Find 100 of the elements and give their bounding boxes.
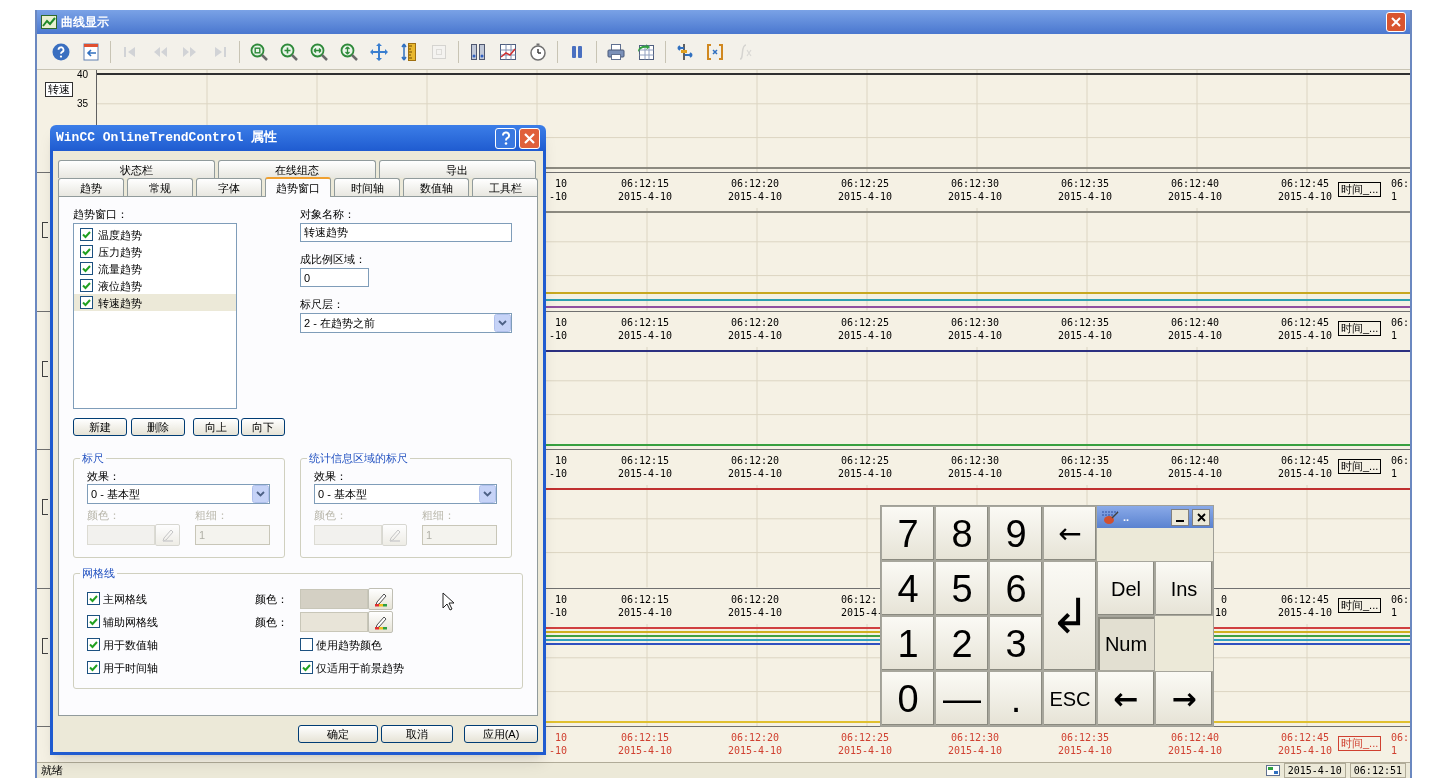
checkbox-label[interactable]: 仅适用于前景趋势 bbox=[316, 660, 404, 675]
key[interactable]: 4 bbox=[881, 561, 935, 616]
key[interactable]: Del bbox=[1097, 561, 1155, 616]
close-button[interactable] bbox=[1192, 508, 1210, 526]
axis-date-label: 2015-4-10 bbox=[617, 467, 673, 481]
checkbox[interactable] bbox=[87, 638, 100, 651]
list-item[interactable]: 压力趋势 bbox=[74, 243, 236, 260]
color-picker-button[interactable] bbox=[155, 524, 180, 546]
key[interactable]: → bbox=[1155, 671, 1213, 726]
key[interactable]: 6 bbox=[989, 561, 1043, 616]
ruler-icon[interactable] bbox=[399, 41, 419, 62]
table-export-icon[interactable] bbox=[636, 41, 656, 62]
button[interactable]: 新建 bbox=[73, 418, 127, 436]
tab[interactable]: 数值轴 bbox=[403, 178, 469, 196]
tab[interactable]: 时间轴 bbox=[334, 178, 400, 196]
checkbox[interactable] bbox=[80, 245, 93, 258]
checkbox[interactable] bbox=[80, 262, 93, 275]
field-label: 趋势窗口： bbox=[73, 207, 129, 221]
checkbox-label[interactable]: 使用趋势颜色 bbox=[316, 637, 382, 652]
color-picker-button[interactable] bbox=[382, 524, 407, 546]
key[interactable]: 2 bbox=[935, 616, 989, 671]
checkbox[interactable] bbox=[80, 228, 93, 241]
dropdown[interactable]: 2 - 在趋势之前 bbox=[300, 313, 512, 333]
key[interactable]: Ins bbox=[1155, 561, 1213, 616]
printer-icon[interactable] bbox=[606, 41, 626, 62]
axis-date-label: -10 bbox=[548, 467, 567, 481]
tab[interactable]: 常规 bbox=[127, 178, 193, 196]
tab[interactable]: 在线组态 bbox=[218, 160, 376, 178]
key[interactable]: Num bbox=[1097, 616, 1155, 671]
key[interactable]: — bbox=[935, 671, 989, 726]
button[interactable]: 向下 bbox=[241, 418, 285, 436]
button[interactable]: 应用(A) bbox=[464, 725, 538, 743]
key[interactable]: 7 bbox=[881, 506, 935, 561]
tab[interactable]: 趋势窗口 bbox=[265, 177, 331, 197]
tab[interactable]: 趋势 bbox=[58, 178, 124, 196]
list-item[interactable]: 流量趋势 bbox=[74, 260, 236, 277]
axis-label-frame bbox=[42, 222, 48, 239]
axis-date-label: 2015-4-10 bbox=[837, 190, 893, 204]
list-item[interactable]: 温度趋势 bbox=[74, 226, 236, 243]
grid-chart-icon[interactable] bbox=[498, 41, 518, 62]
tab[interactable]: 工具栏 bbox=[472, 178, 538, 196]
checkbox[interactable] bbox=[87, 661, 100, 674]
checkbox-label[interactable]: 用于数值轴 bbox=[103, 637, 158, 652]
zoom-horizontal-icon[interactable] bbox=[309, 41, 329, 62]
close-icon bbox=[1391, 17, 1401, 27]
key[interactable]: 3 bbox=[989, 616, 1043, 671]
zoom-vertical-icon[interactable] bbox=[339, 41, 359, 62]
button[interactable]: 向上 bbox=[193, 418, 240, 436]
text-field[interactable]: 0 bbox=[300, 268, 369, 287]
tab[interactable]: 导出 bbox=[378, 160, 536, 178]
axis-tick-label: 06:12:25 bbox=[840, 315, 890, 329]
key[interactable]: ESC bbox=[1043, 671, 1097, 726]
checkbox[interactable] bbox=[80, 296, 93, 309]
text-field[interactable]: 转速趋势 bbox=[300, 223, 512, 242]
tab[interactable]: 字体 bbox=[196, 178, 262, 196]
key[interactable]: 0 bbox=[881, 671, 935, 726]
tab[interactable]: 状态栏 bbox=[58, 160, 216, 178]
list-item[interactable]: 转速趋势 bbox=[74, 294, 236, 311]
axis-tick-label: 06:12:35 bbox=[1060, 315, 1110, 329]
axis-date-label: 2015-4-10 bbox=[727, 605, 783, 619]
checkbox[interactable] bbox=[87, 615, 100, 628]
field-label: 标尺层： bbox=[300, 297, 345, 311]
key[interactable]: 9 bbox=[989, 506, 1043, 561]
key[interactable]: 1 bbox=[881, 616, 935, 671]
key[interactable]: 5 bbox=[935, 561, 989, 616]
help-icon[interactable] bbox=[51, 41, 71, 62]
checkbox-label[interactable]: 主网格线 bbox=[103, 591, 147, 606]
key[interactable]: ← bbox=[1097, 671, 1155, 726]
checkbox[interactable] bbox=[80, 279, 93, 292]
axis-tick-label: 35 bbox=[76, 99, 89, 109]
button[interactable]: 删除 bbox=[130, 418, 186, 436]
checkbox[interactable] bbox=[300, 638, 313, 651]
axis-tick-label: 06: bbox=[1391, 315, 1410, 329]
window-icon[interactable] bbox=[81, 41, 101, 62]
key[interactable]: 8 bbox=[935, 506, 989, 561]
axis-title-tag: 时间_... bbox=[1338, 597, 1382, 613]
arrows-icon[interactable] bbox=[675, 41, 695, 62]
checkbox-label[interactable]: 用于时间轴 bbox=[103, 660, 158, 675]
color-picker-button[interactable] bbox=[368, 610, 393, 633]
key[interactable]: ↲ bbox=[1043, 561, 1097, 671]
window-title: 曲线显示 bbox=[61, 14, 109, 31]
color-picker-button[interactable] bbox=[368, 587, 393, 610]
button[interactable]: 确定 bbox=[298, 725, 378, 743]
help-button[interactable] bbox=[495, 127, 516, 149]
move-icon[interactable] bbox=[369, 41, 389, 62]
zoom-in-icon[interactable] bbox=[279, 41, 299, 62]
button[interactable]: 取消 bbox=[381, 725, 453, 743]
key[interactable]: . bbox=[989, 671, 1043, 726]
zoom-box-icon[interactable] bbox=[249, 41, 269, 62]
stopwatch-icon[interactable] bbox=[528, 41, 548, 62]
columns-icon[interactable] bbox=[468, 41, 488, 62]
brackets-icon[interactable] bbox=[705, 41, 725, 62]
axis-date-label: 2015-4-10 bbox=[1277, 744, 1333, 758]
checkbox[interactable] bbox=[87, 592, 100, 605]
list-item[interactable]: 液位趋势 bbox=[74, 277, 236, 294]
axis-date-label: 2015-4-10 bbox=[727, 328, 783, 342]
key[interactable]: ← bbox=[1043, 506, 1097, 561]
minimize-button[interactable] bbox=[1171, 508, 1189, 526]
checkbox[interactable] bbox=[300, 661, 313, 674]
checkbox-label[interactable]: 辅助网格线 bbox=[103, 614, 158, 629]
